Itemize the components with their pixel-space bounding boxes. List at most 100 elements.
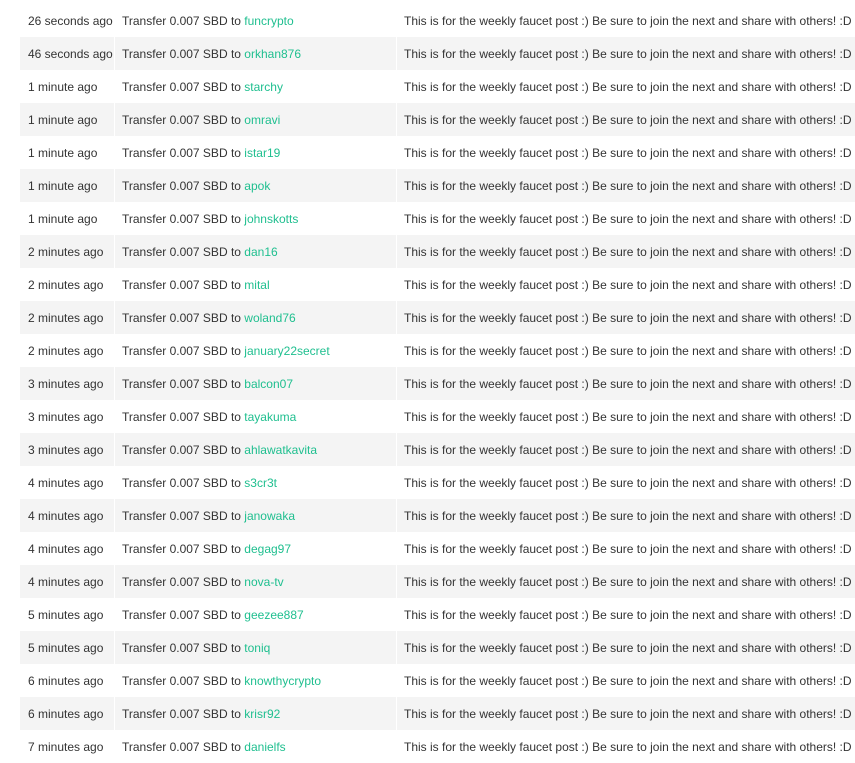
table-row: 3 minutes ago Transfer 0.007 SBD to tayak… (20, 400, 855, 433)
memo-text: This is for the weekly faucet post :) Be… (404, 310, 852, 325)
recipient-link[interactable]: istar19 (244, 146, 280, 160)
table-row: 2 minutes ago Transfer 0.007 SBD to janua… (20, 334, 855, 367)
recipient-link[interactable]: toniq (244, 641, 270, 655)
table-row: 1 minute ago Transfer 0.007 SBD to omravi… (20, 103, 855, 136)
memo-text: This is for the weekly faucet post :) Be… (404, 739, 852, 754)
timestamp: 2 minutes ago (20, 235, 115, 268)
transfer-description: Transfer 0.007 SBD to (122, 706, 241, 721)
transfer-description: Transfer 0.007 SBD to (122, 13, 241, 28)
table-row: 2 minutes ago Transfer 0.007 SBD to mital… (20, 268, 855, 301)
recipient-link[interactable]: funcrypto (244, 14, 293, 28)
timestamp: 2 minutes ago (20, 334, 115, 367)
recipient-link[interactable]: apok (244, 179, 270, 193)
table-row: 5 minutes ago Transfer 0.007 SBD to geeze… (20, 598, 855, 631)
recipient-link[interactable]: ahlawatkavita (244, 443, 317, 457)
operation-cell: Transfer 0.007 SBD to istar19 (115, 136, 397, 169)
transfer-description: Transfer 0.007 SBD to (122, 211, 241, 226)
operation-cell: Transfer 0.007 SBD to nova-tv (115, 565, 397, 598)
table-row: 46 seconds ago Transfer 0.007 SBD to orkh… (20, 37, 855, 70)
transfer-description: Transfer 0.007 SBD to (122, 46, 241, 61)
memo-text: This is for the weekly faucet post :) Be… (404, 607, 852, 622)
operation-cell: Transfer 0.007 SBD to krisr92 (115, 697, 397, 730)
transfer-history-table: 26 seconds ago Transfer 0.007 SBD to func… (20, 4, 855, 763)
operation-cell: Transfer 0.007 SBD to ahlawatkavita (115, 433, 397, 466)
operation-cell: Transfer 0.007 SBD to s3cr3t (115, 466, 397, 499)
operation-cell: Transfer 0.007 SBD to funcrypto (115, 4, 397, 37)
recipient-link[interactable]: woland76 (244, 311, 295, 325)
timestamp: 3 minutes ago (20, 433, 115, 466)
transfer-description: Transfer 0.007 SBD to (122, 310, 241, 325)
operation-cell: Transfer 0.007 SBD to starchy (115, 70, 397, 103)
recipient-link[interactable]: balcon07 (244, 377, 293, 391)
transfer-description: Transfer 0.007 SBD to (122, 277, 241, 292)
timestamp: 7 minutes ago (20, 730, 115, 763)
recipient-link[interactable]: omravi (244, 113, 280, 127)
timestamp: 6 minutes ago (20, 664, 115, 697)
transfer-description: Transfer 0.007 SBD to (122, 607, 241, 622)
timestamp: 46 seconds ago (20, 37, 115, 70)
transfer-description: Transfer 0.007 SBD to (122, 376, 241, 391)
transfer-description: Transfer 0.007 SBD to (122, 640, 241, 655)
recipient-link[interactable]: mital (244, 278, 269, 292)
table-row: 4 minutes ago Transfer 0.007 SBD to degag… (20, 532, 855, 565)
table-row: 1 minute ago Transfer 0.007 SBD to starch… (20, 70, 855, 103)
recipient-link[interactable]: knowthycrypto (244, 674, 321, 688)
recipient-link[interactable]: orkhan876 (244, 47, 301, 61)
recipient-link[interactable]: starchy (244, 80, 283, 94)
memo-text: This is for the weekly faucet post :) Be… (404, 442, 852, 457)
transfer-description: Transfer 0.007 SBD to (122, 409, 241, 424)
memo-text: This is for the weekly faucet post :) Be… (404, 112, 852, 127)
recipient-link[interactable]: january22secret (244, 344, 329, 358)
recipient-link[interactable]: dan16 (244, 245, 277, 259)
timestamp: 3 minutes ago (20, 400, 115, 433)
operation-cell: Transfer 0.007 SBD to dan16 (115, 235, 397, 268)
memo-text: This is for the weekly faucet post :) Be… (404, 673, 852, 688)
transfer-description: Transfer 0.007 SBD to (122, 343, 241, 358)
recipient-link[interactable]: s3cr3t (244, 476, 277, 490)
timestamp: 3 minutes ago (20, 367, 115, 400)
timestamp: 5 minutes ago (20, 631, 115, 664)
timestamp: 6 minutes ago (20, 697, 115, 730)
operation-cell: Transfer 0.007 SBD to january22secret (115, 334, 397, 367)
table-row: 2 minutes ago Transfer 0.007 SBD to wolan… (20, 301, 855, 334)
timestamp: 1 minute ago (20, 202, 115, 235)
timestamp: 5 minutes ago (20, 598, 115, 631)
transfer-description: Transfer 0.007 SBD to (122, 442, 241, 457)
operation-cell: Transfer 0.007 SBD to balcon07 (115, 367, 397, 400)
transfer-description: Transfer 0.007 SBD to (122, 475, 241, 490)
recipient-link[interactable]: janowaka (244, 509, 295, 523)
operation-cell: Transfer 0.007 SBD to janowaka (115, 499, 397, 532)
memo-text: This is for the weekly faucet post :) Be… (404, 574, 852, 589)
operation-cell: Transfer 0.007 SBD to danielfs (115, 730, 397, 763)
transfer-description: Transfer 0.007 SBD to (122, 112, 241, 127)
memo-text: This is for the weekly faucet post :) Be… (404, 343, 852, 358)
timestamp: 1 minute ago (20, 169, 115, 202)
recipient-link[interactable]: nova-tv (244, 575, 283, 589)
memo-text: This is for the weekly faucet post :) Be… (404, 277, 852, 292)
operation-cell: Transfer 0.007 SBD to geezee887 (115, 598, 397, 631)
table-row: 2 minutes ago Transfer 0.007 SBD to dan16… (20, 235, 855, 268)
table-row: 7 minutes ago Transfer 0.007 SBD to danie… (20, 730, 855, 763)
memo-text: This is for the weekly faucet post :) Be… (404, 46, 852, 61)
memo-text: This is for the weekly faucet post :) Be… (404, 475, 852, 490)
memo-text: This is for the weekly faucet post :) Be… (404, 244, 852, 259)
timestamp: 2 minutes ago (20, 268, 115, 301)
transfer-description: Transfer 0.007 SBD to (122, 673, 241, 688)
recipient-link[interactable]: degag97 (244, 542, 291, 556)
transfer-description: Transfer 0.007 SBD to (122, 79, 241, 94)
recipient-link[interactable]: danielfs (244, 740, 285, 754)
memo-text: This is for the weekly faucet post :) Be… (404, 178, 852, 193)
recipient-link[interactable]: geezee887 (244, 608, 303, 622)
timestamp: 4 minutes ago (20, 466, 115, 499)
timestamp: 2 minutes ago (20, 301, 115, 334)
transfer-description: Transfer 0.007 SBD to (122, 508, 241, 523)
memo-text: This is for the weekly faucet post :) Be… (404, 409, 852, 424)
transfer-description: Transfer 0.007 SBD to (122, 574, 241, 589)
recipient-link[interactable]: krisr92 (244, 707, 280, 721)
transfer-description: Transfer 0.007 SBD to (122, 178, 241, 193)
timestamp: 4 minutes ago (20, 532, 115, 565)
recipient-link[interactable]: tayakuma (244, 410, 296, 424)
transfer-description: Transfer 0.007 SBD to (122, 541, 241, 556)
operation-cell: Transfer 0.007 SBD to degag97 (115, 532, 397, 565)
recipient-link[interactable]: johnskotts (244, 212, 298, 226)
